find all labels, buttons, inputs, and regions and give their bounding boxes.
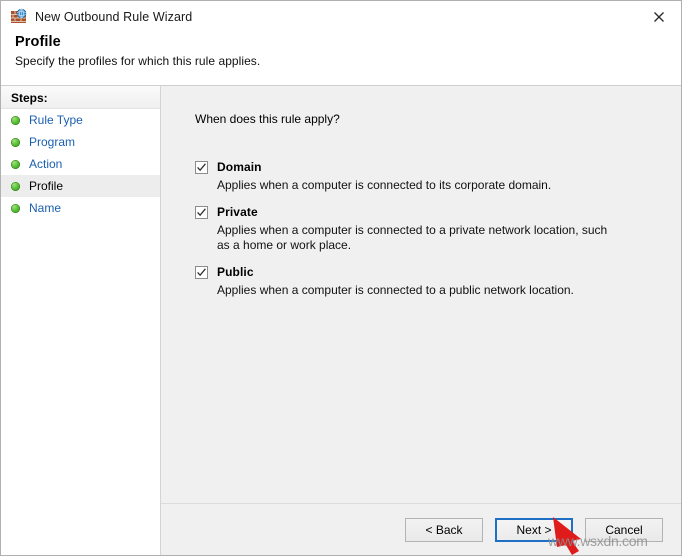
wizard-window: New Outbound Rule Wizard Profile Specify… bbox=[0, 0, 682, 556]
domain-label: Domain bbox=[217, 160, 262, 174]
sidebar-item-label: Action bbox=[29, 157, 63, 171]
sidebar-item-action[interactable]: Action bbox=[1, 153, 160, 175]
domain-description: Applies when a computer is connected to … bbox=[217, 178, 552, 192]
private-description: Applies when a computer is connected to … bbox=[217, 223, 608, 252]
close-button[interactable] bbox=[636, 1, 681, 32]
public-checkbox[interactable] bbox=[195, 265, 208, 279]
private-label: Private bbox=[217, 205, 258, 219]
sidebar-item-profile[interactable]: Profile bbox=[1, 175, 160, 197]
step-bullet-icon bbox=[11, 137, 20, 147]
public-description: Applies when a computer is connected to … bbox=[217, 283, 574, 297]
next-button[interactable]: Next > bbox=[495, 517, 573, 542]
domain-checkbox-row[interactable]: Domain bbox=[195, 160, 657, 174]
page-title: Profile bbox=[15, 34, 61, 50]
sidebar-item-program[interactable]: Program bbox=[1, 131, 160, 153]
domain-checkbox[interactable] bbox=[195, 160, 208, 174]
steps-heading: Steps: bbox=[1, 86, 160, 109]
profile-option-domain: Domain Applies when a computer is connec… bbox=[195, 160, 657, 193]
button-bar: < Back Next > Cancel bbox=[161, 503, 681, 555]
private-checkbox-row[interactable]: Private bbox=[195, 205, 657, 219]
window-title: New Outbound Rule Wizard bbox=[35, 9, 193, 24]
sidebar-item-rule-type[interactable]: Rule Type bbox=[1, 109, 160, 131]
steps-sidebar: Steps: Rule Type Program Action Profile … bbox=[1, 86, 161, 555]
step-bullet-icon bbox=[11, 159, 20, 169]
wizard-header: Profile Specify the profiles for which t… bbox=[1, 32, 681, 86]
sidebar-item-label: Program bbox=[29, 135, 76, 149]
sidebar-item-name[interactable]: Name bbox=[1, 197, 160, 219]
firewall-wall-globe-icon bbox=[10, 8, 27, 25]
private-checkbox[interactable] bbox=[195, 205, 208, 219]
step-bullet-icon bbox=[11, 115, 20, 125]
content-pane: When does this rule apply? Domain Applie… bbox=[161, 86, 681, 555]
step-bullet-icon bbox=[11, 203, 20, 213]
wizard-body: Steps: Rule Type Program Action Profile … bbox=[1, 86, 681, 555]
sidebar-item-label: Profile bbox=[29, 179, 64, 193]
sidebar-item-label: Name bbox=[29, 201, 62, 215]
back-button[interactable]: < Back bbox=[405, 517, 483, 542]
profile-option-public: Public Applies when a computer is connec… bbox=[195, 265, 657, 298]
sidebar-item-label: Rule Type bbox=[29, 113, 83, 127]
step-bullet-icon bbox=[11, 181, 20, 191]
title-bar: New Outbound Rule Wizard bbox=[1, 1, 681, 32]
question-text: When does this rule apply? bbox=[195, 112, 340, 126]
public-checkbox-row[interactable]: Public bbox=[195, 265, 657, 279]
public-label: Public bbox=[217, 265, 254, 279]
page-subtitle: Specify the profiles for which this rule… bbox=[15, 54, 261, 68]
profile-option-private: Private Applies when a computer is conne… bbox=[195, 205, 657, 253]
content-main: When does this rule apply? Domain Applie… bbox=[161, 86, 681, 503]
cancel-button[interactable]: Cancel bbox=[585, 517, 663, 542]
